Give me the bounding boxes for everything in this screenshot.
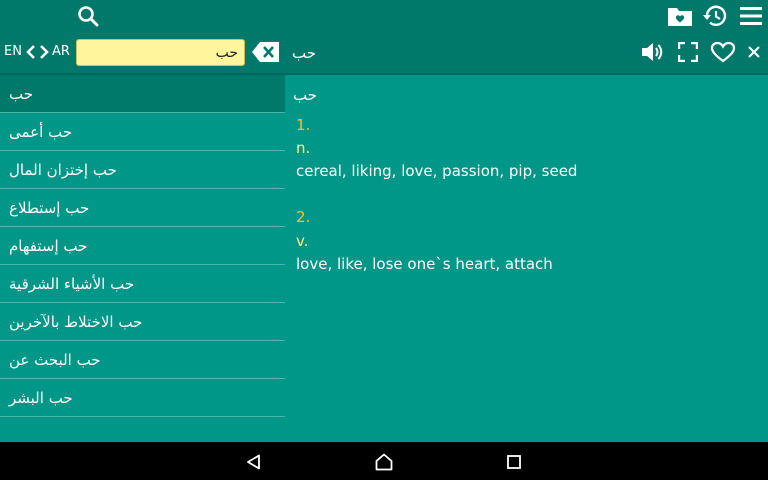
speaker-icon[interactable] xyxy=(640,41,666,63)
sense-definition: love, like, lose one`s heart, attach xyxy=(296,255,553,273)
entry-headword: حب xyxy=(292,44,317,62)
part-of-speech: n. xyxy=(296,139,311,157)
list-item[interactable]: حب إستفهام xyxy=(0,227,285,265)
list-item-label: حب البشر xyxy=(9,389,73,407)
list-item[interactable]: حب الأشياء الشرقية xyxy=(0,265,285,303)
history-icon[interactable] xyxy=(702,4,728,28)
recents-icon[interactable] xyxy=(507,455,521,469)
search-icon[interactable] xyxy=(76,4,100,28)
list-item[interactable]: حب إستطلاع xyxy=(0,189,285,227)
menu-icon[interactable] xyxy=(739,6,763,26)
close-icon[interactable] xyxy=(747,45,761,59)
heart-icon[interactable] xyxy=(710,41,736,63)
target-language-label[interactable]: AR xyxy=(52,42,70,62)
list-item[interactable]: حب xyxy=(0,75,285,113)
list-item-label: حب الأشياء الشرقية xyxy=(9,275,135,293)
list-item[interactable]: حب الاختلاط بالآخرين xyxy=(0,303,285,341)
word-list: حب حب أعمى حب إختزان المال حب إستطلاع حب… xyxy=(0,75,285,442)
sense-number: 2. xyxy=(296,208,311,226)
list-item-label: حب إستطلاع xyxy=(9,199,90,217)
list-item-label: حب إختزان المال xyxy=(9,161,117,179)
list-item[interactable]: حب إختزان المال xyxy=(0,151,285,189)
list-item-label: حب إستفهام xyxy=(9,237,88,255)
system-navigation-bar xyxy=(0,442,768,480)
list-item[interactable]: حب البحث عن xyxy=(0,341,285,379)
home-icon[interactable] xyxy=(375,453,393,471)
part-of-speech: v. xyxy=(296,232,309,250)
list-item-label: حب xyxy=(9,85,34,103)
list-item-label: حب أعمى xyxy=(9,123,73,141)
sense-number: 1. xyxy=(296,116,311,134)
back-icon[interactable] xyxy=(246,454,262,470)
swap-languages-icon[interactable] xyxy=(25,43,50,61)
list-item-label: حب البحث عن xyxy=(9,351,101,369)
list-item-label: حب الاختلاط بالآخرين xyxy=(9,313,143,331)
source-language-label[interactable]: EN xyxy=(4,42,22,62)
saved-folder-icon[interactable] xyxy=(667,5,693,27)
clear-input-icon[interactable] xyxy=(251,41,281,63)
definition-panel: حب 1. n. cereal, liking, love, passion, … xyxy=(285,75,768,442)
fullscreen-icon[interactable] xyxy=(678,42,698,62)
search-input[interactable] xyxy=(76,39,245,66)
list-item[interactable]: حب البشر xyxy=(0,379,285,417)
sense-definition: cereal, liking, love, passion, pip, seed xyxy=(296,162,578,180)
definition-headword: حب xyxy=(293,86,318,104)
list-item[interactable]: حب أعمى xyxy=(0,113,285,151)
